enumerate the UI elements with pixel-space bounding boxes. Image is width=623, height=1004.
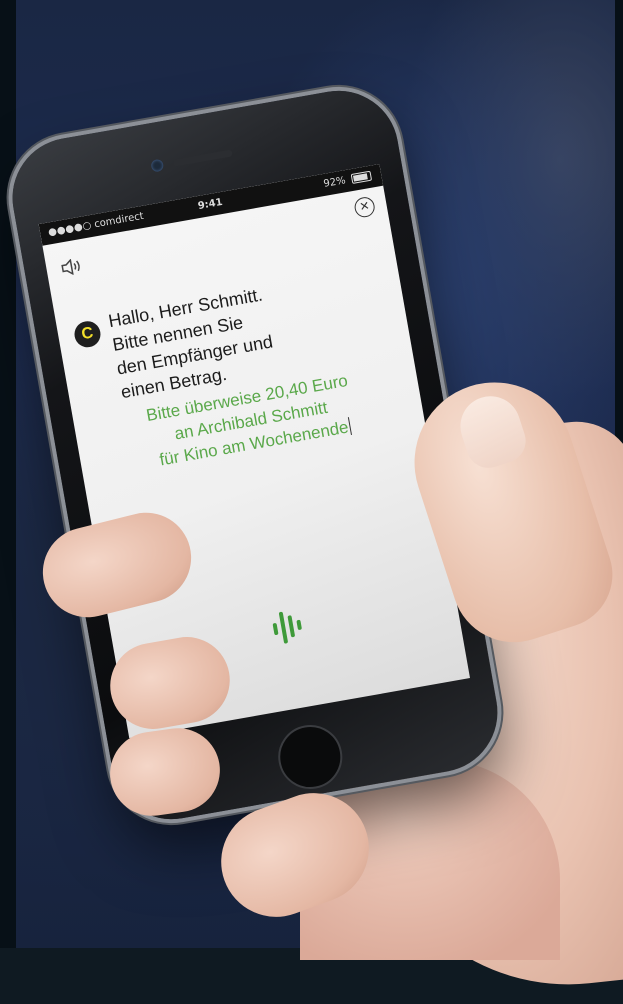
close-button[interactable]: ✕ (353, 195, 377, 219)
phone-screen: ●●●●○ comdirect 9:41 92% ✕ C Hallo, Herr… (38, 163, 470, 739)
carrier-label: ●●●●○ comdirect (47, 210, 145, 239)
speaker-icon[interactable] (59, 257, 83, 277)
battery-indicator: 92% (322, 166, 374, 196)
clock: 9:41 (197, 196, 224, 213)
battery-percent: 92% (322, 175, 347, 190)
frame-edge-left (0, 0, 16, 948)
front-camera (150, 158, 165, 173)
assistant-logo: C (72, 319, 103, 350)
status-bar: ●●●●○ comdirect 9:41 92% (38, 163, 384, 246)
battery-icon (350, 170, 373, 184)
home-button[interactable] (273, 719, 348, 795)
close-icon: ✕ (358, 198, 371, 214)
earpiece (172, 149, 233, 167)
voice-wave-icon[interactable] (264, 604, 310, 650)
